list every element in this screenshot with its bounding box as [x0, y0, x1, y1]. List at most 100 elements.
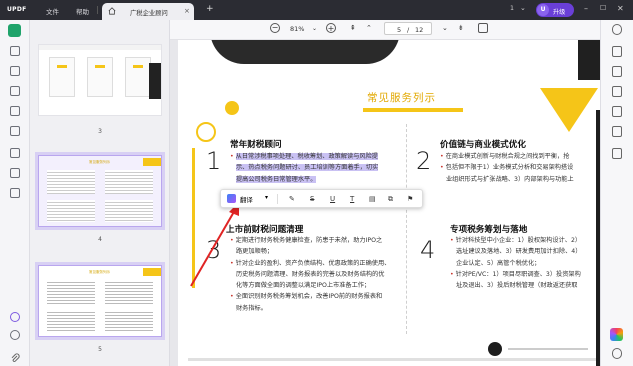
attachment-icon[interactable]	[10, 348, 20, 363]
text-line: • 针对PE/VC：1）项目尽职调查、3）投资架构	[450, 269, 594, 280]
decorative-ring	[196, 122, 216, 142]
convert-pdf-icon[interactable]	[612, 86, 622, 97]
pdfa-icon[interactable]	[612, 106, 622, 117]
convert-icon[interactable]	[10, 126, 20, 136]
text-line: 路更加顺畅；	[230, 246, 406, 257]
protect-icon[interactable]	[10, 188, 20, 198]
upgrade-label: 升级	[553, 8, 566, 16]
last-page-icon[interactable]: ⇟	[458, 24, 464, 32]
zoom-out-button[interactable]: −	[270, 23, 280, 33]
page-current: 5	[397, 25, 402, 34]
view-toolbar: − 81% ⌄ + ⇞ ⌃ 5 / 12 ⌄ ⇟	[170, 20, 600, 40]
thumbnail-panel: 3 常见服务列示 4 常见服务列示 5	[30, 20, 170, 366]
text-line-content: 包括但不限于1）业务模式分析和交易架构搭设	[445, 164, 574, 172]
comment-tool-icon[interactable]	[10, 66, 20, 76]
thumb-block	[105, 310, 153, 332]
new-tab-button[interactable]: +	[206, 4, 214, 14]
minimize-icon[interactable]: –	[584, 4, 588, 13]
item-text[interactable]: • 从日常涉税事项处理、税收筹划、政策解读与风险提 示、热点税务问题研讨、员工培训…	[230, 151, 402, 185]
thumb-accent	[95, 65, 105, 68]
ai-translate-icon[interactable]	[227, 194, 236, 203]
maximize-icon[interactable]: ☐	[600, 4, 606, 12]
decorative-triangle	[540, 88, 598, 132]
prev-page-icon[interactable]: ⌃	[366, 24, 372, 32]
item-number: 4	[420, 236, 436, 264]
close-window-icon[interactable]: ✕	[617, 4, 624, 13]
save-icon[interactable]	[612, 148, 622, 159]
text-line-content: 全面识别财务税务筹划机会，改善IPO前的财务报表和	[235, 293, 383, 301]
item-title: 价值链与商业模式优化	[440, 140, 526, 150]
mail-icon[interactable]	[612, 126, 622, 137]
first-page-icon[interactable]: ⇞	[350, 24, 356, 32]
avatar[interactable]: U	[537, 4, 549, 16]
menu-file[interactable]: 文件	[46, 6, 59, 16]
chevron-down-icon[interactable]: ⌄	[312, 25, 317, 32]
export-icon[interactable]	[612, 46, 622, 57]
comment-icon[interactable]: ▤	[369, 195, 376, 203]
text-line-content: 址及退出、3）投后财税管理（财政返还获取	[456, 282, 578, 290]
highlighted-text: 提高公司税务日常管理水平。	[236, 175, 317, 183]
underline-icon[interactable]: U	[330, 195, 335, 203]
layers-icon[interactable]	[10, 312, 20, 322]
page-thumbnail-4[interactable]: 常见服务列示	[35, 152, 165, 230]
item-text[interactable]: • 定期进行财务税务健康检查，防患于未然，助力IPO之 路更加顺畅； • 针对企业的…	[230, 235, 406, 314]
thumb-block	[47, 280, 95, 304]
text-line-content: 针对企业的盈利、资产负债结构、优惠政策的正确使用、	[235, 259, 391, 267]
page-tools-icon[interactable]	[10, 106, 20, 116]
highlighted-text: 示、热点税务问题研讨、员工培训等方面着手，切实	[236, 164, 379, 172]
page-input[interactable]: 5 / 12	[384, 22, 432, 35]
text-line: 选址建议及落地、3）研发费用加计扣除、4）	[450, 246, 594, 257]
zoom-level[interactable]: 81%	[290, 25, 304, 33]
document-tab[interactable]: 广税企业顾问 ×	[102, 3, 194, 20]
thumb-title: 常见服务列示	[89, 160, 110, 164]
text-selection-toolbar: 翻译 ▾ ✎ S U T ▤ ⧉ ⚑	[220, 189, 423, 208]
text-line-content: 在商业模式创新与财税合规之间找到平衡，抢	[445, 153, 570, 160]
bullet: •	[230, 153, 234, 160]
page-thumbnail-5[interactable]: 常见服务列示	[35, 262, 165, 340]
highlighter-icon[interactable]: ✎	[289, 195, 295, 203]
notification-count[interactable]: 1	[510, 5, 514, 12]
item-number: 2	[416, 147, 432, 175]
thumb-accent	[57, 65, 67, 68]
ai-assistant-icon[interactable]	[610, 328, 623, 341]
decorative-line	[508, 348, 588, 350]
document-icon[interactable]	[612, 66, 622, 77]
view-mode-icon[interactable]	[478, 23, 488, 33]
decorative-shape	[210, 40, 400, 64]
text-line: 财务指标。	[230, 303, 406, 314]
thumb-block	[49, 57, 75, 97]
ocr-icon[interactable]	[10, 148, 20, 158]
bookmark-icon[interactable]: ⚑	[407, 195, 413, 203]
form-icon[interactable]	[10, 168, 20, 178]
thumbnails-panel-icon[interactable]	[8, 24, 21, 37]
translate-button[interactable]: 翻译	[240, 195, 253, 204]
item-text[interactable]: • 针对科技型中小企业：1）股权架构设计、2） 选址建议及落地、3）研发费用加计扣…	[450, 235, 594, 291]
edit-pdf-icon[interactable]	[10, 46, 20, 56]
text-line: • 包括但不限于1）业务模式分析和交易架构搭设	[440, 162, 594, 173]
divider	[97, 6, 98, 14]
item-text[interactable]: • 在商业模式创新与财税合规之间找到平衡，抢 • 包括但不限于1）业务模式分析和交易…	[440, 151, 594, 185]
horizontal-scrollbar[interactable]	[188, 358, 596, 361]
bookmark-icon[interactable]	[10, 330, 20, 340]
chevron-down-icon[interactable]: ⌄	[520, 4, 526, 12]
zoom-in-button[interactable]: +	[326, 23, 336, 33]
text-icon[interactable]: T	[350, 195, 354, 203]
copy-icon[interactable]: ⧉	[388, 195, 393, 204]
thumb-block	[105, 170, 153, 194]
translate-dropdown-icon[interactable]: ▾	[265, 194, 268, 201]
decorative-bar	[363, 108, 463, 112]
upgrade-button[interactable]: U 升级	[536, 3, 574, 17]
page-thumbnail-3[interactable]	[38, 44, 162, 116]
chat-icon[interactable]	[612, 348, 622, 359]
menu-help[interactable]: 帮助	[76, 6, 89, 16]
text-line-content: 历史税务问题清理、财务报表的完善以及财务结构的优	[236, 270, 385, 278]
next-page-icon[interactable]: ⌄	[442, 24, 448, 32]
text-line-content: 定期进行财务税务健康检查，防患于未然，助力IPO之	[235, 237, 383, 244]
tab-close-icon[interactable]: ×	[184, 7, 190, 15]
strikethrough-icon[interactable]: S	[310, 195, 314, 203]
left-toolbar	[0, 20, 30, 366]
search-icon[interactable]	[612, 24, 622, 35]
page-number-label: 3	[98, 128, 102, 135]
organize-pages-icon[interactable]	[10, 86, 20, 96]
app-logo: UPDF	[7, 6, 27, 13]
